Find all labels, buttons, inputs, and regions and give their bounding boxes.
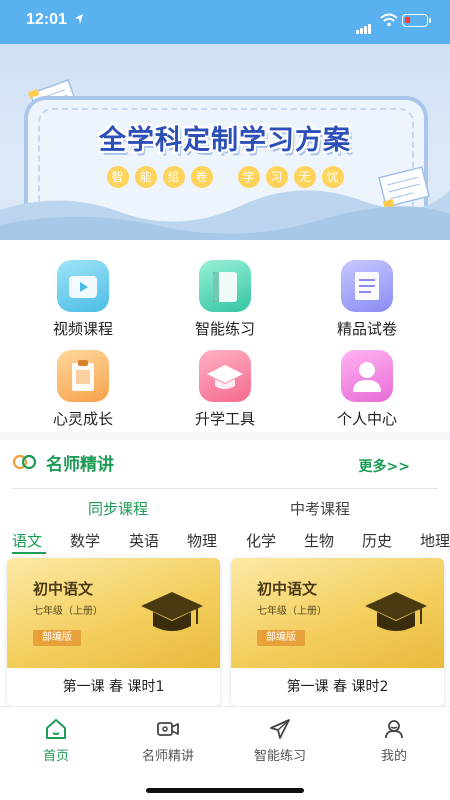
more-link[interactable]: 更多>> <box>359 456 410 476</box>
tab-sync-course[interactable]: 同步课程 <box>88 498 148 519</box>
subject-tab-history[interactable]: 历史 <box>362 530 392 551</box>
signal-icon <box>356 15 372 34</box>
battery-icon <box>402 14 431 27</box>
cover-title: 初中语文 <box>257 580 318 598</box>
course-title: 第一课 春 课时1 <box>62 679 165 695</box>
banner-wave-decoration <box>0 190 450 240</box>
home-icon <box>46 719 66 739</box>
location-arrow-icon <box>75 14 83 24</box>
cover-grade: 七年级（上册） <box>33 606 103 617</box>
mind-growth-icon <box>57 350 109 402</box>
nav-item-smart-practice[interactable]: 智能练习 <box>224 717 336 764</box>
grid-item-mind-growth[interactable]: 心灵成长 <box>23 350 143 429</box>
tab-exam-course[interactable]: 中考课程 <box>290 498 350 519</box>
course-card[interactable]: 初中语文 七年级（上册） 部编版 第一课 春 课时1 <box>7 558 220 706</box>
smart-practice-icon <box>199 260 251 312</box>
bottom-nav: 首页 名师精讲 智能练习 我的 <box>0 706 450 800</box>
graduation-cap-icon <box>365 592 427 631</box>
grid-item-label: 升学工具 <box>194 410 255 428</box>
nav-label: 首页 <box>42 749 69 764</box>
banner-title: 全学科定制学习方案 <box>99 125 351 156</box>
wifi-icon <box>380 13 398 27</box>
edition-badge: 部编版 <box>257 630 305 646</box>
grid-item-smart-practice[interactable]: 智能练习 <box>165 260 285 339</box>
cover-grade: 七年级（上册） <box>257 606 327 617</box>
graduation-tool-icon <box>199 350 251 402</box>
home-indicator <box>146 788 304 793</box>
section-title: 名师精讲 <box>46 455 114 475</box>
course-cover: 初中语文 七年级（上册） 部编版 <box>231 558 444 668</box>
user-center-icon <box>341 350 393 402</box>
subject-tab-math[interactable]: 数学 <box>70 530 100 551</box>
famous-teacher-section: 名师精讲 更多>> 同步课程 中考课程 语文 数学 英语 物理 化学 生物 历史… <box>0 440 450 706</box>
grid-item-label: 个人中心 <box>336 410 397 428</box>
subject-tab-chemistry[interactable]: 化学 <box>246 530 276 551</box>
subject-tab-biology[interactable]: 生物 <box>304 530 334 551</box>
grid-item-graduation-tool[interactable]: 升学工具 <box>165 350 285 429</box>
promo-banner[interactable]: 全学科定制学习方案 智能组卷学习无忧 <box>0 44 450 240</box>
course-card[interactable]: 初中语文 七年级（上册） 部编版 第一课 春 课时2 <box>231 558 444 706</box>
grid-item-label: 智能练习 <box>194 320 255 338</box>
status-bar: 12:01 <box>0 0 450 44</box>
video-course-icon <box>57 260 109 312</box>
nav-label: 智能练习 <box>253 749 306 764</box>
nav-item-famous-teacher[interactable]: 名师精讲 <box>112 717 224 764</box>
paper-plane-icon <box>270 719 290 739</box>
nav-label: 我的 <box>380 749 407 764</box>
grid-item-label: 精品试卷 <box>336 320 397 338</box>
nav-item-profile[interactable]: 我的 <box>338 717 450 764</box>
cover-title: 初中语文 <box>33 580 94 598</box>
nav-label: 名师精讲 <box>141 749 194 764</box>
subject-tab-geography[interactable]: 地理 <box>420 530 450 551</box>
course-title: 第一课 春 课时2 <box>286 679 389 695</box>
active-tab-indicator <box>12 552 46 554</box>
grid-item-label: 心灵成长 <box>52 410 113 428</box>
profile-icon <box>385 720 403 739</box>
edition-badge: 部编版 <box>33 630 81 646</box>
divider <box>12 488 438 489</box>
subject-tab-chinese[interactable]: 语文 <box>12 530 42 551</box>
camera-icon <box>157 722 179 736</box>
grid-item-label: 视频课程 <box>52 320 113 338</box>
rings-icon <box>12 454 37 470</box>
grid-item-exam-paper[interactable]: 精品试卷 <box>307 260 427 339</box>
subject-tab-physics[interactable]: 物理 <box>187 530 217 551</box>
nav-item-home[interactable]: 首页 <box>0 717 112 764</box>
course-cover: 初中语文 七年级（上册） 部编版 <box>7 558 220 668</box>
feature-grid: 视频课程 智能练习 精品试卷 心灵成长 升学工具 个人中心 <box>0 240 450 432</box>
grid-item-video-course[interactable]: 视频课程 <box>23 260 143 339</box>
status-time: 12:01 <box>26 11 67 28</box>
exam-paper-icon <box>341 260 393 312</box>
graduation-cap-icon <box>141 592 203 631</box>
subject-tab-english[interactable]: 英语 <box>129 530 159 551</box>
grid-item-user-center[interactable]: 个人中心 <box>307 350 427 429</box>
